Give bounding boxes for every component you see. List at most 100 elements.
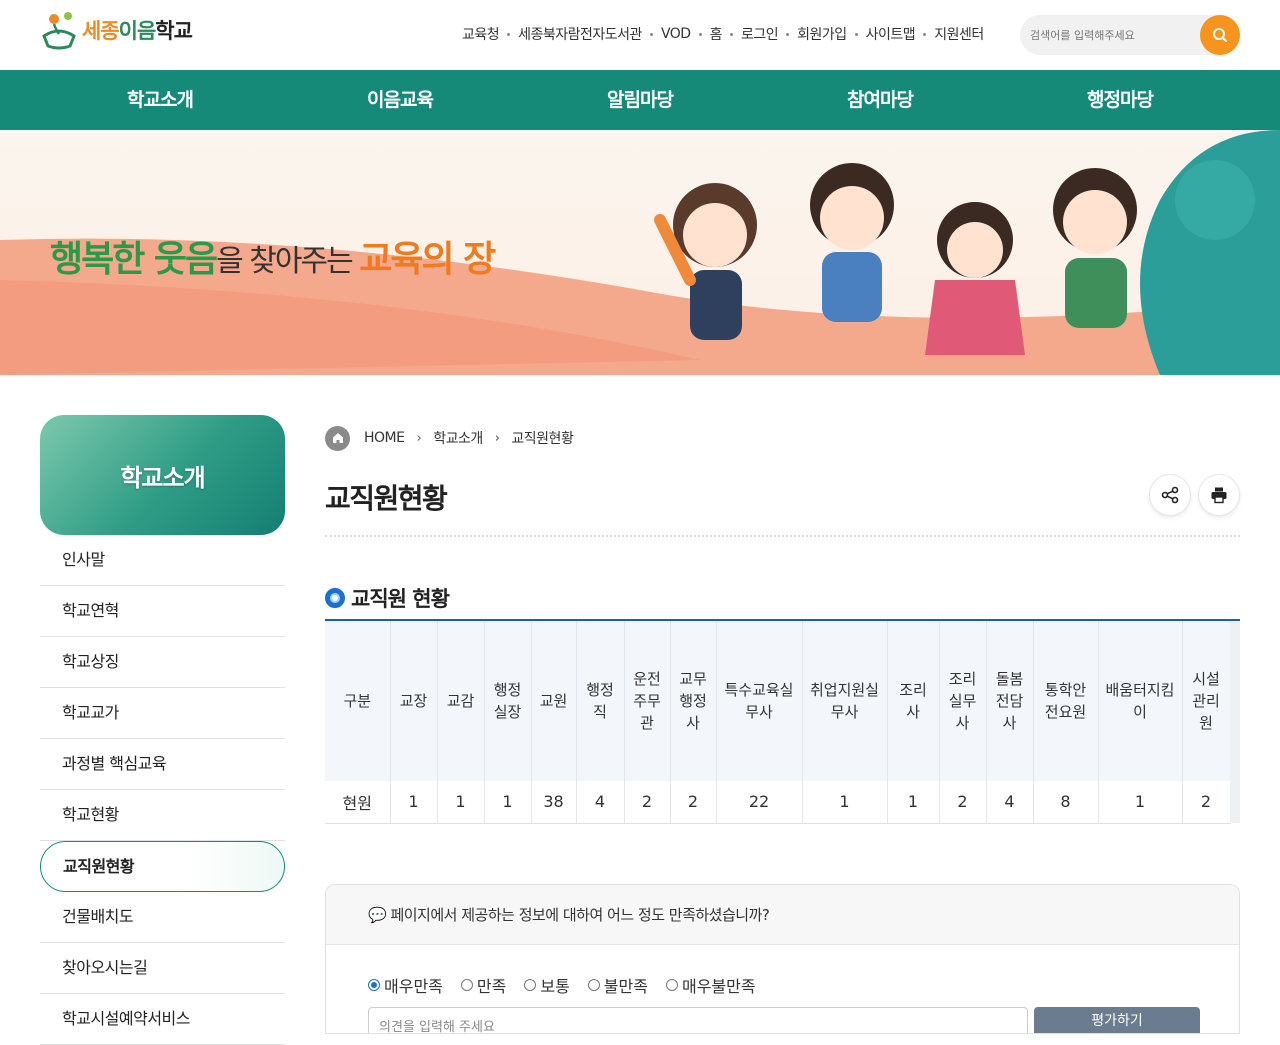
table-cell: 1 (484, 781, 532, 824)
print-icon (1211, 487, 1227, 504)
section-title-text: 교직원 현황 (351, 587, 450, 611)
logo-text-part: 학교 (155, 19, 193, 43)
radio-icon[interactable] (524, 979, 537, 991)
logo-text-part: 이음 (118, 19, 157, 43)
radio-icon[interactable] (460, 979, 473, 991)
util-link-office[interactable]: 교육청 (462, 24, 500, 44)
util-separator (698, 32, 702, 36)
gnb-item-notice[interactable]: 알림마당 (520, 70, 760, 130)
survey-option-satisfied[interactable]: 만족 (460, 973, 507, 997)
util-link-home[interactable]: 홈 (710, 24, 723, 44)
util-link-login[interactable]: 로그인 (741, 24, 779, 44)
survey-option-very-satisfied[interactable]: 매우만족 (368, 973, 443, 997)
breadcrumb-current: 교직원현황 (511, 431, 574, 447)
side-nav-item-building-layout[interactable]: 건물배치도 (40, 892, 285, 943)
side-nav-item-song[interactable]: 학교교가 (40, 688, 285, 739)
table-cell: 38 (531, 781, 577, 824)
radio-icon[interactable] (587, 979, 600, 991)
table-cell: 2 (624, 781, 671, 824)
side-nav-item-school-status[interactable]: 학교현황 (40, 790, 285, 841)
util-link-sitemap[interactable]: 사이트맵 (866, 24, 916, 44)
page-title-row: 교직원현황 (325, 461, 1240, 537)
breadcrumb-school-intro[interactable]: 학교소개 (433, 428, 483, 448)
breadcrumb: HOME › 학교소개 › 교직원현황 (325, 415, 1240, 461)
radio-selected-icon[interactable] (368, 979, 380, 991)
section-bullet-icon (325, 588, 345, 608)
option-label: 만족 (476, 977, 507, 996)
gnb-item-school-intro[interactable]: 학교소개 (40, 70, 280, 130)
gnb-item-administration[interactable]: 행정마당 (1000, 70, 1240, 130)
table-header-cell: 교원 (531, 621, 577, 781)
slogan-part: 을 찾아주는 (216, 244, 360, 279)
table-scrollbar[interactable] (1230, 621, 1240, 823)
survey-question: 💬 페이지에서 제공하는 정보에 대하여 어느 정도 만족하셨습니까? (326, 885, 1239, 945)
table-header-cell: 통학안전요원 (1033, 621, 1099, 781)
home-icon (332, 433, 343, 443)
option-label: 불만족 (603, 977, 648, 996)
table-cell: 2 (1182, 781, 1231, 824)
chevron-right-icon: › (494, 430, 500, 446)
share-icon (1161, 486, 1179, 504)
table-header-row: 구분 교장 교감 행정실장 교원 행정직 운전주무관 교무행정사 특수교육실무사… (325, 621, 1231, 781)
table-cell: 4 (986, 781, 1034, 824)
site-header: 세종이음학교 교육청 세종북자람전자도서관 VOD 홈 로그인 회원가입 사이트… (0, 0, 1280, 70)
side-nav-item-greeting[interactable]: 인사말 (40, 535, 285, 586)
visual-banner: 행복한 웃음을 찾아주는 교육의 장 (0, 130, 1280, 375)
table-cell: 8 (1033, 781, 1099, 824)
table-header-cell: 돌봄전담사 (986, 621, 1034, 781)
util-separator (923, 32, 927, 36)
util-link-library[interactable]: 세종북자람전자도서관 (518, 24, 642, 44)
survey-option-dissatisfied[interactable]: 불만족 (587, 973, 648, 997)
table-cell: 1 (802, 781, 888, 824)
print-button[interactable] (1198, 474, 1240, 516)
survey-option-neutral[interactable]: 보통 (524, 973, 570, 997)
gnb-item-participation[interactable]: 참여마당 (760, 70, 1000, 130)
breadcrumb-home-button[interactable] (325, 425, 350, 451)
main-content: HOME › 학교소개 › 교직원현황 교직원현황 교직원 현황 구분 교장 교… (325, 415, 1240, 824)
table-header-cell: 교무행정사 (670, 621, 717, 781)
site-logo[interactable]: 세종이음학교 (40, 10, 193, 50)
survey-submit-button[interactable]: 평가하기 (1034, 1007, 1200, 1033)
side-nav-item-core-education[interactable]: 과정별 핵심교육 (40, 739, 285, 790)
table-header-cell: 시설관리원 (1182, 621, 1231, 781)
side-nav-item-facility-reservation[interactable]: 학교시설예약서비스 (40, 994, 285, 1045)
util-link-join[interactable]: 회원가입 (797, 24, 847, 44)
side-nav-item-history[interactable]: 학교연혁 (40, 586, 285, 637)
speech-bubble-icon: 💬 (368, 906, 391, 924)
share-button[interactable] (1149, 474, 1191, 516)
util-link-vod[interactable]: VOD (661, 26, 691, 42)
side-nav-title: 학교소개 (40, 415, 285, 535)
slogan-part: 행복한 웃음 (50, 239, 218, 280)
search-input[interactable] (1030, 15, 1190, 55)
table-cell: 1 (437, 781, 485, 824)
side-navigation: 학교소개 인사말 학교연혁 학교상징 학교교가 과정별 핵심교육 학교현황 교직… (40, 415, 285, 1045)
survey-option-very-dissatisfied[interactable]: 매우불만족 (665, 973, 756, 997)
side-nav-item-directions[interactable]: 찾아오시는길 (40, 943, 285, 994)
survey-comment-input[interactable]: 의견을 입력해 주세요 (368, 1007, 1028, 1033)
table-header-cell: 취업지원실무사 (802, 621, 888, 781)
search-icon (1213, 28, 1227, 42)
option-label: 매우만족 (384, 977, 443, 996)
table-row: 현원 1 1 1 38 4 2 2 22 1 1 2 4 8 1 2 (325, 781, 1231, 824)
radio-icon[interactable] (665, 979, 678, 991)
table-cell: 2 (939, 781, 987, 824)
util-separator (649, 32, 653, 36)
util-link-support[interactable]: 지원센터 (934, 24, 984, 44)
table-header-cell: 특수교육실무사 (716, 621, 803, 781)
search-button[interactable] (1200, 15, 1240, 55)
staff-table: 구분 교장 교감 행정실장 교원 행정직 운전주무관 교무행정사 특수교육실무사… (325, 621, 1231, 824)
breadcrumb-home[interactable]: HOME (364, 430, 405, 446)
table-header-cell: 조리사 (887, 621, 940, 781)
util-separator (507, 32, 511, 36)
side-nav-item-symbol[interactable]: 학교상징 (40, 637, 285, 688)
utility-links: 교육청 세종북자람전자도서관 VOD 홈 로그인 회원가입 사이트맵 지원센터 (462, 24, 984, 44)
side-nav-item-staff-status[interactable]: 교직원현황 (40, 841, 285, 892)
main-navigation: 학교소개 이음교육 알림마당 참여마당 행정마당 (0, 70, 1280, 130)
gnb-item-ieum-education[interactable]: 이음교육 (280, 70, 520, 130)
option-label: 보통 (540, 977, 570, 996)
util-separator (729, 32, 733, 36)
table-cell: 22 (716, 781, 803, 824)
banner-slogan: 행복한 웃음을 찾아주는 교육의 장 (50, 230, 496, 282)
logo-icon (42, 12, 76, 50)
survey-options: 매우만족 만족 보통 불만족 매우불만족 (368, 973, 756, 997)
